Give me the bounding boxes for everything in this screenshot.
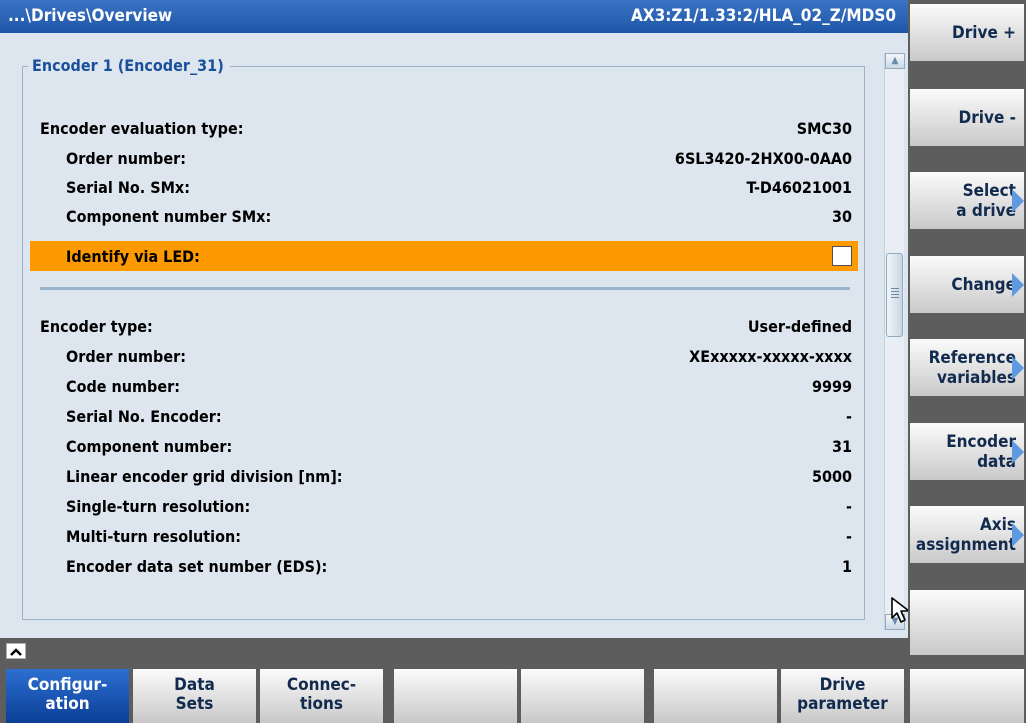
eds-value: 1 [841,557,852,576]
main-panel: ...\Drives\Overview AX3:Z1/1.33:2/HLA_02… [0,0,910,638]
encoder-serial-value: - [846,407,852,426]
encoder-order-value: XExxxxx-xxxxx-xxxx [689,347,852,366]
change-label: Change [951,274,1016,295]
empty-softkey-4[interactable] [394,669,517,723]
single-turn-value: - [846,497,852,516]
encoder-type-value: User-defined [747,317,852,336]
data-sets-softkey[interactable]: Data Sets [133,669,256,723]
softkey-arrow-icon [1012,523,1024,547]
eval-type-value: SMC30 [796,119,852,138]
component-number-value: 31 [831,437,852,456]
scroll-thumb[interactable] [886,253,903,337]
identify-led-row[interactable]: Identify via LED: [30,241,858,271]
title-bar: ...\Drives\Overview AX3:Z1/1.33:2/HLA_02… [0,0,908,33]
softkey-arrow-icon [1012,440,1024,464]
sm-component-row: Component number SMx: 30 [30,201,858,231]
softkey-arrow-icon [1012,356,1024,380]
single-turn-label: Single-turn resolution: [66,497,251,516]
reference-variables-label: Reference variables [928,347,1016,388]
encoder-group-title: Encoder 1 (Encoder_31) [28,56,230,75]
encoder-data-label: Encoder data [946,431,1016,472]
scroll-up-icon[interactable]: ▲ [885,53,905,69]
identify-led-label: Identify via LED: [66,247,200,266]
empty-softkey-8[interactable] [910,669,1024,723]
empty-softkey-5[interactable] [521,669,644,723]
section-divider [40,287,850,290]
sm-serial-row: Serial No. SMx: T-D46021001 [30,172,858,202]
change-softkey[interactable]: Change [910,256,1024,313]
sm-order-row: Order number: 6SL3420-2HX00-0AA0 [30,143,858,173]
connections-softkey[interactable]: Connec- tions [260,669,383,723]
drive-plus-label: Drive + [952,22,1016,43]
encoder-order-label: Order number: [66,347,186,366]
grid-division-value: 5000 [811,467,852,486]
component-number-row: Component number: 31 [30,431,858,461]
grid-division-label: Linear encoder grid division [nm]: [66,467,343,486]
axis-assignment-label: Axis assignment [915,514,1016,555]
recall-icon [10,648,22,656]
sm-serial-label: Serial No. SMx: [66,178,190,197]
encoder-serial-label: Serial No. Encoder: [66,407,222,426]
select-drive-label: Select a drive [956,180,1016,221]
sm-order-value: 6SL3420-2HX00-0AA0 [674,149,852,168]
drive-minus-softkey[interactable]: Drive - [910,89,1024,146]
drive-parameter-softkey[interactable]: Drive parameter [781,669,904,723]
empty-softkey-6[interactable] [654,669,777,723]
grip-icon [891,288,899,298]
multi-turn-value: - [846,527,852,546]
breadcrumb-path: ...\Drives\Overview [8,6,173,26]
softkey-arrow-icon [1012,189,1024,213]
encoder-serial-row: Serial No. Encoder: - [30,401,858,431]
encoder-type-row: Encoder type: User-defined [30,311,858,341]
code-number-value: 9999 [811,377,852,396]
multi-turn-label: Multi-turn resolution: [66,527,242,546]
sm-order-label: Order number: [66,149,186,168]
multi-turn-row: Multi-turn resolution: - [30,521,858,551]
component-number-label: Component number: [66,437,233,456]
sm-component-label: Component number SMx: [66,207,272,226]
grid-division-row: Linear encoder grid division [nm]: 5000 [30,461,858,491]
identify-led-checkbox[interactable] [832,246,852,266]
sm-component-value: 30 [831,207,852,226]
encoder-data-softkey[interactable]: Encoder data [910,423,1024,480]
eval-type-label: Encoder evaluation type: [40,119,244,138]
axis-assignment-softkey[interactable]: Axis assignment [910,506,1024,563]
code-number-row: Code number: 9999 [30,371,858,401]
drive-plus-softkey[interactable]: Drive + [910,4,1024,61]
encoder-type-label: Encoder type: [40,317,153,336]
configuration-softkey[interactable]: Configur- ation [6,669,129,723]
drive-identifier: AX3:Z1/1.33:2/HLA_02_Z/MDS0 [630,6,896,26]
vertical-scrollbar[interactable]: ▲ ▼ [884,53,905,630]
softkey-arrow-icon [1012,273,1024,297]
drive-minus-label: Drive - [958,107,1017,128]
single-turn-row: Single-turn resolution: - [30,491,858,521]
eval-type-row: Encoder evaluation type: SMC30 [30,113,858,143]
encoder-order-row: Order number: XExxxxx-xxxxx-xxxx [30,341,858,371]
reference-variables-softkey[interactable]: Reference variables [910,339,1024,396]
code-number-label: Code number: [66,377,180,396]
select-drive-softkey[interactable]: Select a drive [910,172,1024,229]
sm-serial-value: T-D46021001 [746,178,852,197]
eds-label: Encoder data set number (EDS): [66,557,328,576]
recall-button[interactable] [6,643,26,659]
eds-row: Encoder data set number (EDS): 1 [30,551,858,581]
empty-vertical-softkey[interactable] [910,590,1024,655]
